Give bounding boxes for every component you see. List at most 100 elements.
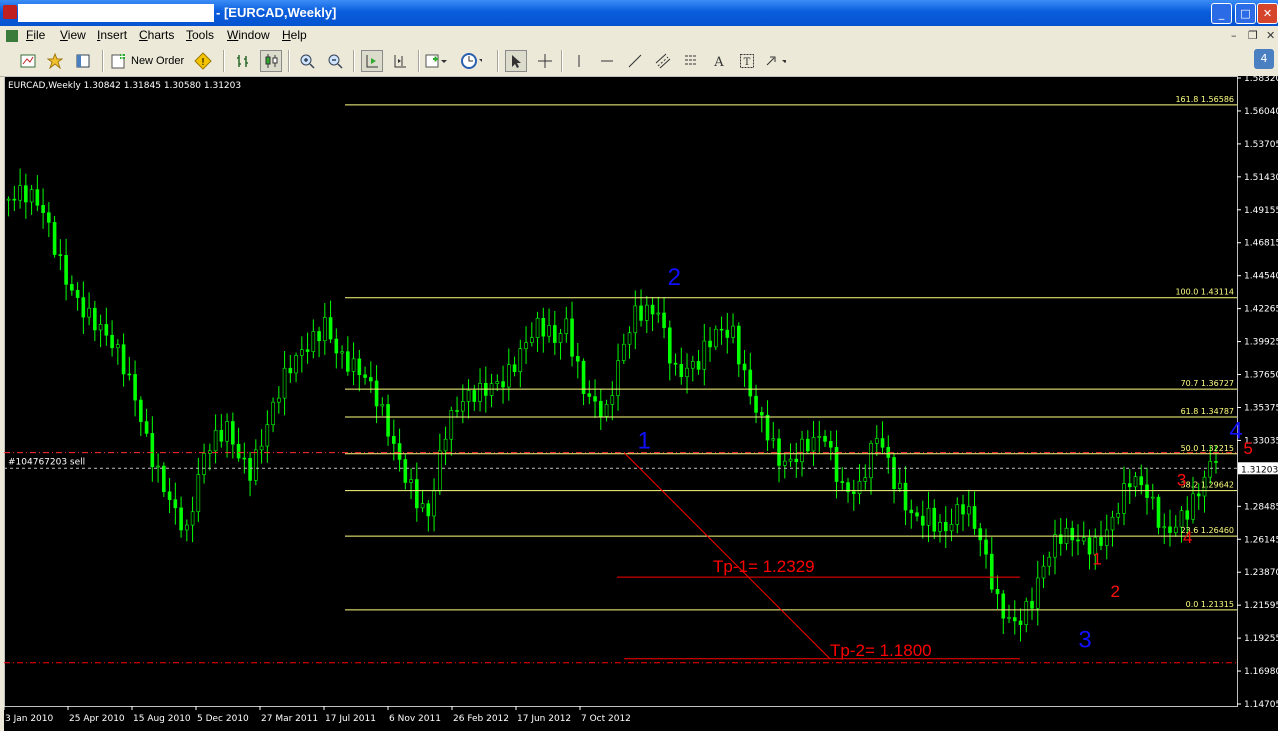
wave-label-major: 4 (1229, 417, 1242, 444)
candle-body (995, 588, 1000, 595)
candle-body (576, 356, 580, 362)
candle-body (656, 312, 661, 315)
candle-body (1076, 539, 1080, 542)
candle-body (52, 222, 57, 255)
x-tick-label: 17 Jul 2011 (325, 714, 376, 724)
candle-body (593, 396, 597, 402)
candle-body (610, 395, 615, 405)
trendline-icon[interactable] (624, 50, 646, 72)
candle-body (271, 401, 275, 425)
candle-body (1053, 534, 1057, 558)
candle-body (840, 481, 845, 483)
title-bar: - [EURCAD,Weekly] _ □ ✕ (0, 0, 1278, 26)
candle-body (553, 325, 557, 343)
arrows-icon[interactable] (764, 50, 786, 72)
menu-window[interactable]: Window (227, 28, 270, 42)
tp2-label: Tp-2= 1.1800 (830, 641, 932, 660)
close-button[interactable]: ✕ (1257, 3, 1278, 24)
y-tick-label: 1.23870 (1244, 568, 1278, 578)
candle-body (1208, 461, 1213, 478)
maximize-button[interactable]: □ (1235, 3, 1256, 24)
candle-body (811, 437, 816, 452)
candle-body (282, 367, 287, 399)
menu-charts[interactable]: Charts (139, 28, 174, 42)
fibonacci-icon[interactable] (680, 50, 702, 72)
cursor-icon[interactable] (505, 50, 527, 72)
y-tick-label: 1.39925 (1244, 338, 1278, 348)
menu-view[interactable]: View (60, 28, 86, 42)
y-tick-label: 1.51430 (1244, 173, 1278, 183)
mdi-minimize-button[interactable]: – (1231, 29, 1237, 42)
y-tick-label: 1.19255 (1244, 634, 1278, 644)
zoom-out-icon[interactable] (324, 50, 346, 72)
candle-body (1173, 526, 1178, 533)
y-tick-label: 1.42265 (1244, 305, 1278, 315)
menu-help[interactable]: Help (282, 28, 307, 42)
candle-body (420, 503, 425, 509)
candle-body (248, 457, 252, 481)
order-line-label: #104767203 sell (8, 458, 85, 468)
x-tick-label: 7 Oct 2012 (581, 714, 631, 724)
bar-chart-icon[interactable] (232, 50, 254, 72)
candle-body (426, 503, 431, 517)
candle-body (719, 328, 724, 331)
candle-body (443, 438, 448, 452)
candle-body (317, 331, 321, 342)
candle-body (438, 450, 442, 492)
periods-icon[interactable] (460, 50, 482, 72)
svg-text:A: A (713, 55, 724, 69)
y-tick-label: 1.21595 (1244, 601, 1278, 611)
crosshair-icon[interactable] (534, 50, 556, 72)
zoom-in-icon[interactable] (296, 50, 318, 72)
new-chart-icon[interactable] (17, 50, 39, 72)
candle-body (455, 410, 459, 412)
chart-window-icon[interactable] (6, 30, 18, 42)
candle-body (685, 367, 689, 378)
candle-body (1133, 476, 1138, 488)
toolbar: New Order ! A T (0, 46, 1278, 77)
candle-body (1018, 620, 1023, 625)
fib-level-label: 70.7 1.36727 (1181, 379, 1234, 388)
mdi-close-button[interactable]: ✕ (1266, 29, 1275, 42)
candle-body (966, 506, 971, 515)
autotrading-icon[interactable]: ! (192, 50, 214, 72)
equidistant-channel-icon[interactable] (652, 50, 674, 72)
candle-body (87, 307, 91, 318)
vertical-line-icon[interactable] (568, 50, 590, 72)
candlesticks-icon[interactable] (260, 50, 282, 72)
menu-insert[interactable]: Insert (97, 28, 127, 42)
minimize-button[interactable]: _ (1211, 3, 1232, 24)
candle-body (627, 332, 632, 345)
candle-body (81, 297, 86, 318)
candle-body (926, 507, 931, 526)
y-tick-label: 1.14705 (1244, 700, 1278, 710)
new-order-button[interactable]: New Order (111, 50, 184, 72)
market-watch-icon[interactable] (72, 50, 94, 72)
profiles-icon[interactable] (44, 50, 66, 72)
fib-level-label: 38.2 1.29642 (1181, 481, 1234, 490)
price-chart[interactable]: 1.58320 1.56040 1.53705 1.51430 1.49155 1.468… (4, 76, 1278, 731)
indicators-icon[interactable] (425, 50, 447, 72)
fib-level-label: 0.0 1.21315 (1186, 600, 1234, 609)
auto-scroll-icon[interactable] (361, 50, 383, 72)
chart-shift-icon[interactable] (389, 50, 411, 72)
wave-label-minor: 1 (1092, 549, 1101, 568)
candle-body (231, 421, 235, 445)
candle-body (759, 412, 764, 416)
text-icon[interactable]: A (708, 50, 730, 72)
candle-body (294, 355, 298, 374)
horizontal-line-icon[interactable] (596, 50, 618, 72)
mdi-restore-button[interactable]: ❐ (1248, 29, 1258, 42)
candle-body (851, 491, 856, 494)
candle-body (708, 340, 712, 348)
candle-body (507, 364, 511, 388)
menu-tools[interactable]: Tools (186, 28, 214, 42)
candle-body (524, 342, 528, 349)
candle-body (415, 479, 419, 509)
candle-body (667, 327, 672, 364)
candle-body (300, 349, 304, 356)
side-panel-badge[interactable]: 4 (1254, 49, 1274, 69)
text-label-icon[interactable]: T (736, 50, 758, 72)
menu-file[interactable]: File (26, 28, 45, 42)
candle-body (1030, 601, 1034, 609)
